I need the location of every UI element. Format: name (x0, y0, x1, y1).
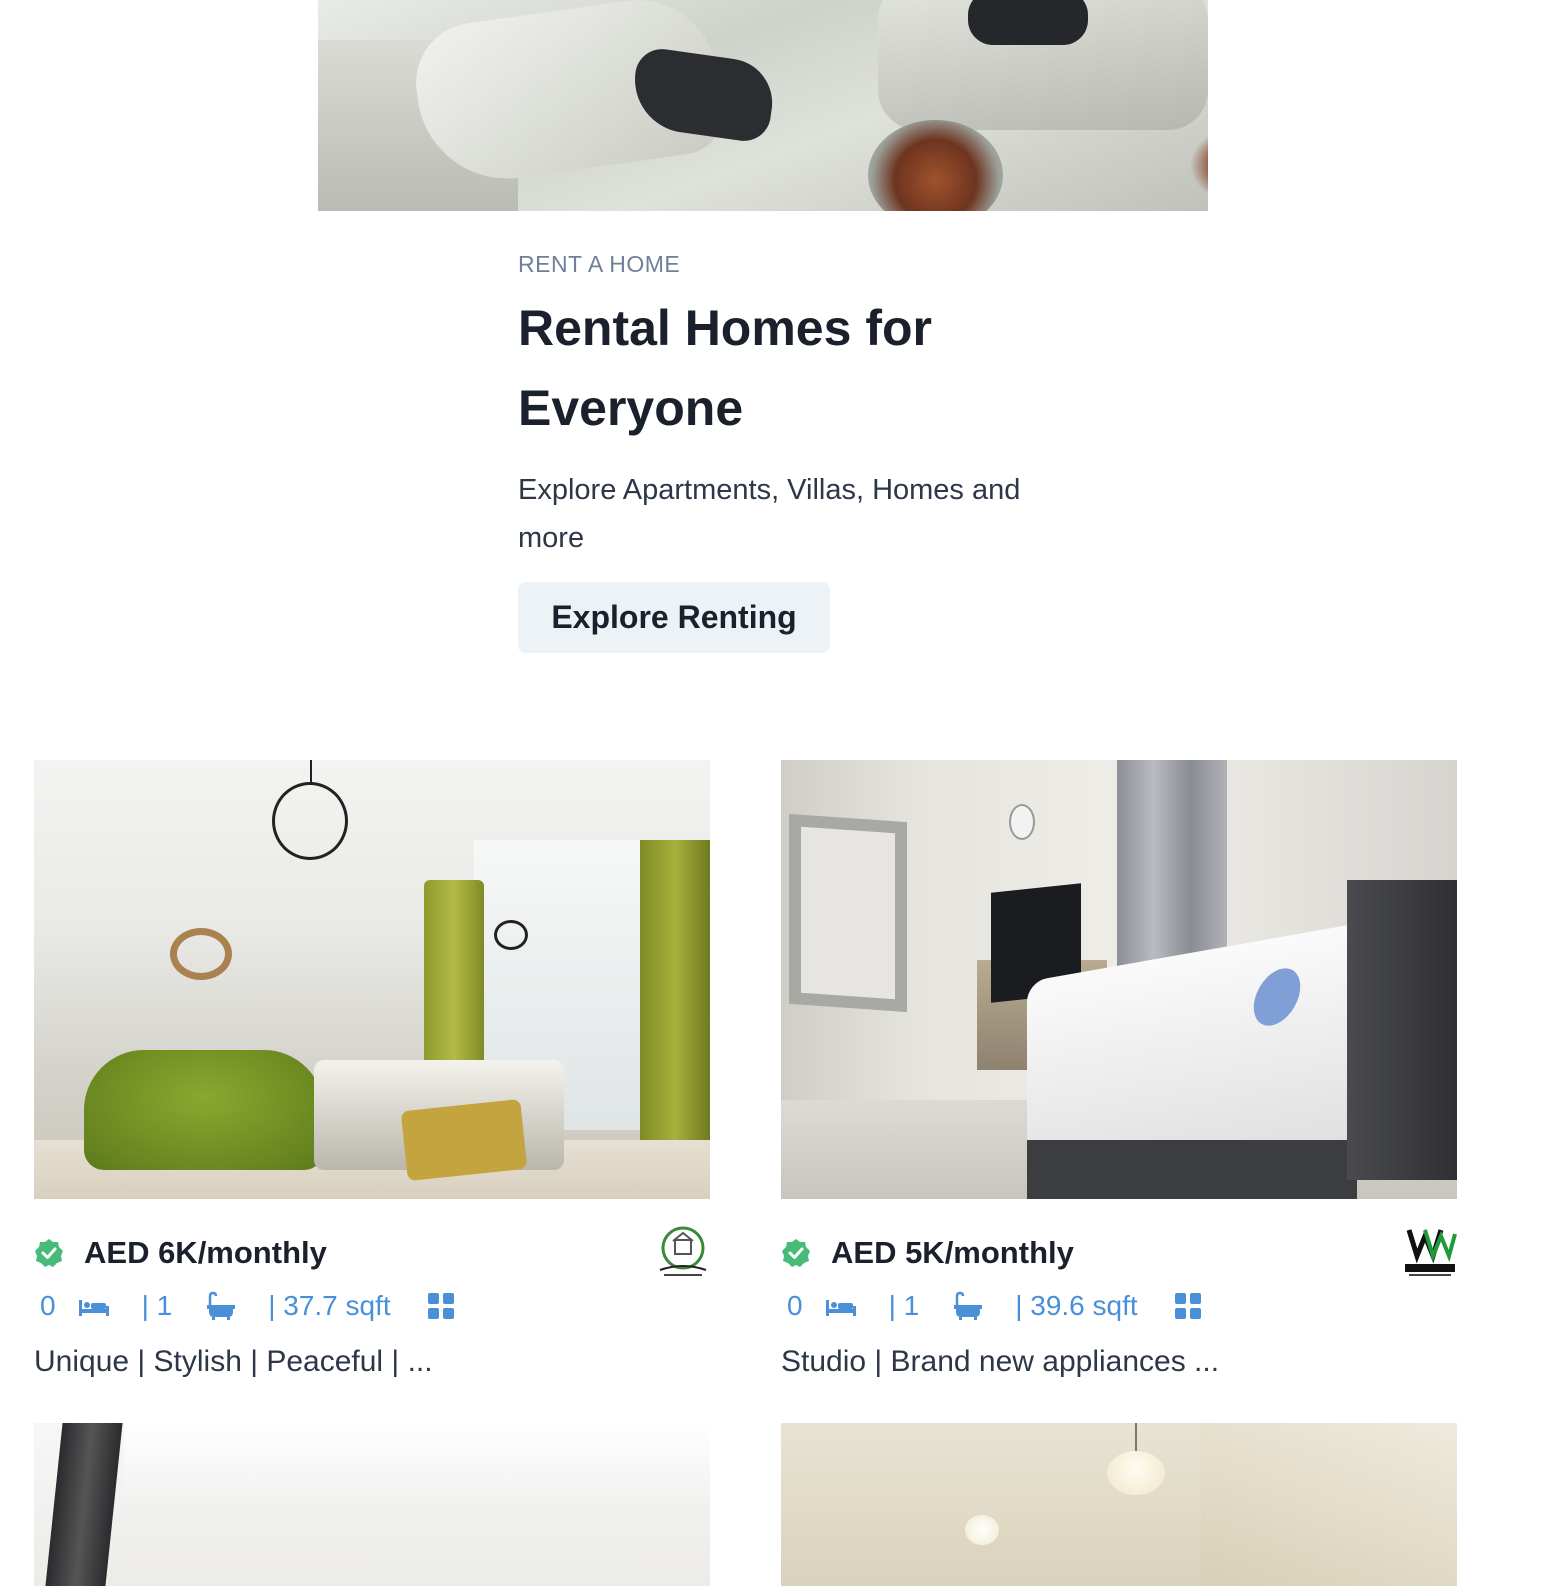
listing-card[interactable] (781, 1423, 1457, 1586)
floorplan-icon (427, 1293, 454, 1319)
floorplan-icon (1174, 1293, 1201, 1319)
listing-photo[interactable] (781, 760, 1457, 1199)
beds-count: 0 (40, 1290, 56, 1321)
area-value: | 39.6 sqft (1015, 1290, 1138, 1321)
agent-logo-icon[interactable] (656, 1224, 710, 1282)
hero-sofa-image (318, 0, 1208, 211)
listing-specs: 0 | 1 | 37.7 sqft (34, 1290, 455, 1322)
listing-price: AED 5K/monthly (831, 1235, 1074, 1270)
explore-renting-button[interactable]: Explore Renting (518, 582, 830, 653)
listing-card[interactable]: AED 5K/monthly 0 | 1 | 39.6 sqft Studio … (781, 760, 1457, 1400)
section-subtitle: Explore Apartments, Villas, Homes and mo… (518, 474, 1021, 554)
baths-count: | 1 (141, 1290, 173, 1321)
listing-price: AED 6K/monthly (84, 1235, 327, 1270)
bath-icon (954, 1291, 983, 1320)
listing-specs: 0 | 1 | 39.6 sqft (781, 1290, 1202, 1322)
listing-photo[interactable] (34, 760, 710, 1199)
verified-badge-icon (782, 1239, 810, 1267)
listing-card[interactable] (34, 1423, 710, 1586)
listing-photo[interactable] (34, 1423, 710, 1586)
baths-count: | 1 (888, 1290, 920, 1321)
listing-card[interactable]: AED 6K/monthly 0 | 1 | 37.7 sqft Unique … (34, 760, 710, 1400)
listing-headline[interactable]: Unique | Stylish | Peaceful | ... (34, 1345, 433, 1379)
bath-icon (207, 1291, 236, 1320)
section-title: Rental Homes for Everyone (518, 300, 932, 436)
bed-icon (825, 1300, 856, 1316)
page: RENT A HOME Rental Homes for Everyone Ex… (0, 0, 1546, 1586)
agent-logo-icon[interactable] (1403, 1224, 1457, 1282)
verified-badge-icon (35, 1239, 63, 1267)
listing-headline[interactable]: Studio | Brand new appliances ... (781, 1345, 1219, 1379)
area-value: | 37.7 sqft (268, 1290, 391, 1321)
listing-photo[interactable] (781, 1423, 1457, 1586)
bed-icon (78, 1300, 109, 1316)
section-eyebrow: RENT A HOME (518, 251, 681, 277)
beds-count: 0 (787, 1290, 803, 1321)
